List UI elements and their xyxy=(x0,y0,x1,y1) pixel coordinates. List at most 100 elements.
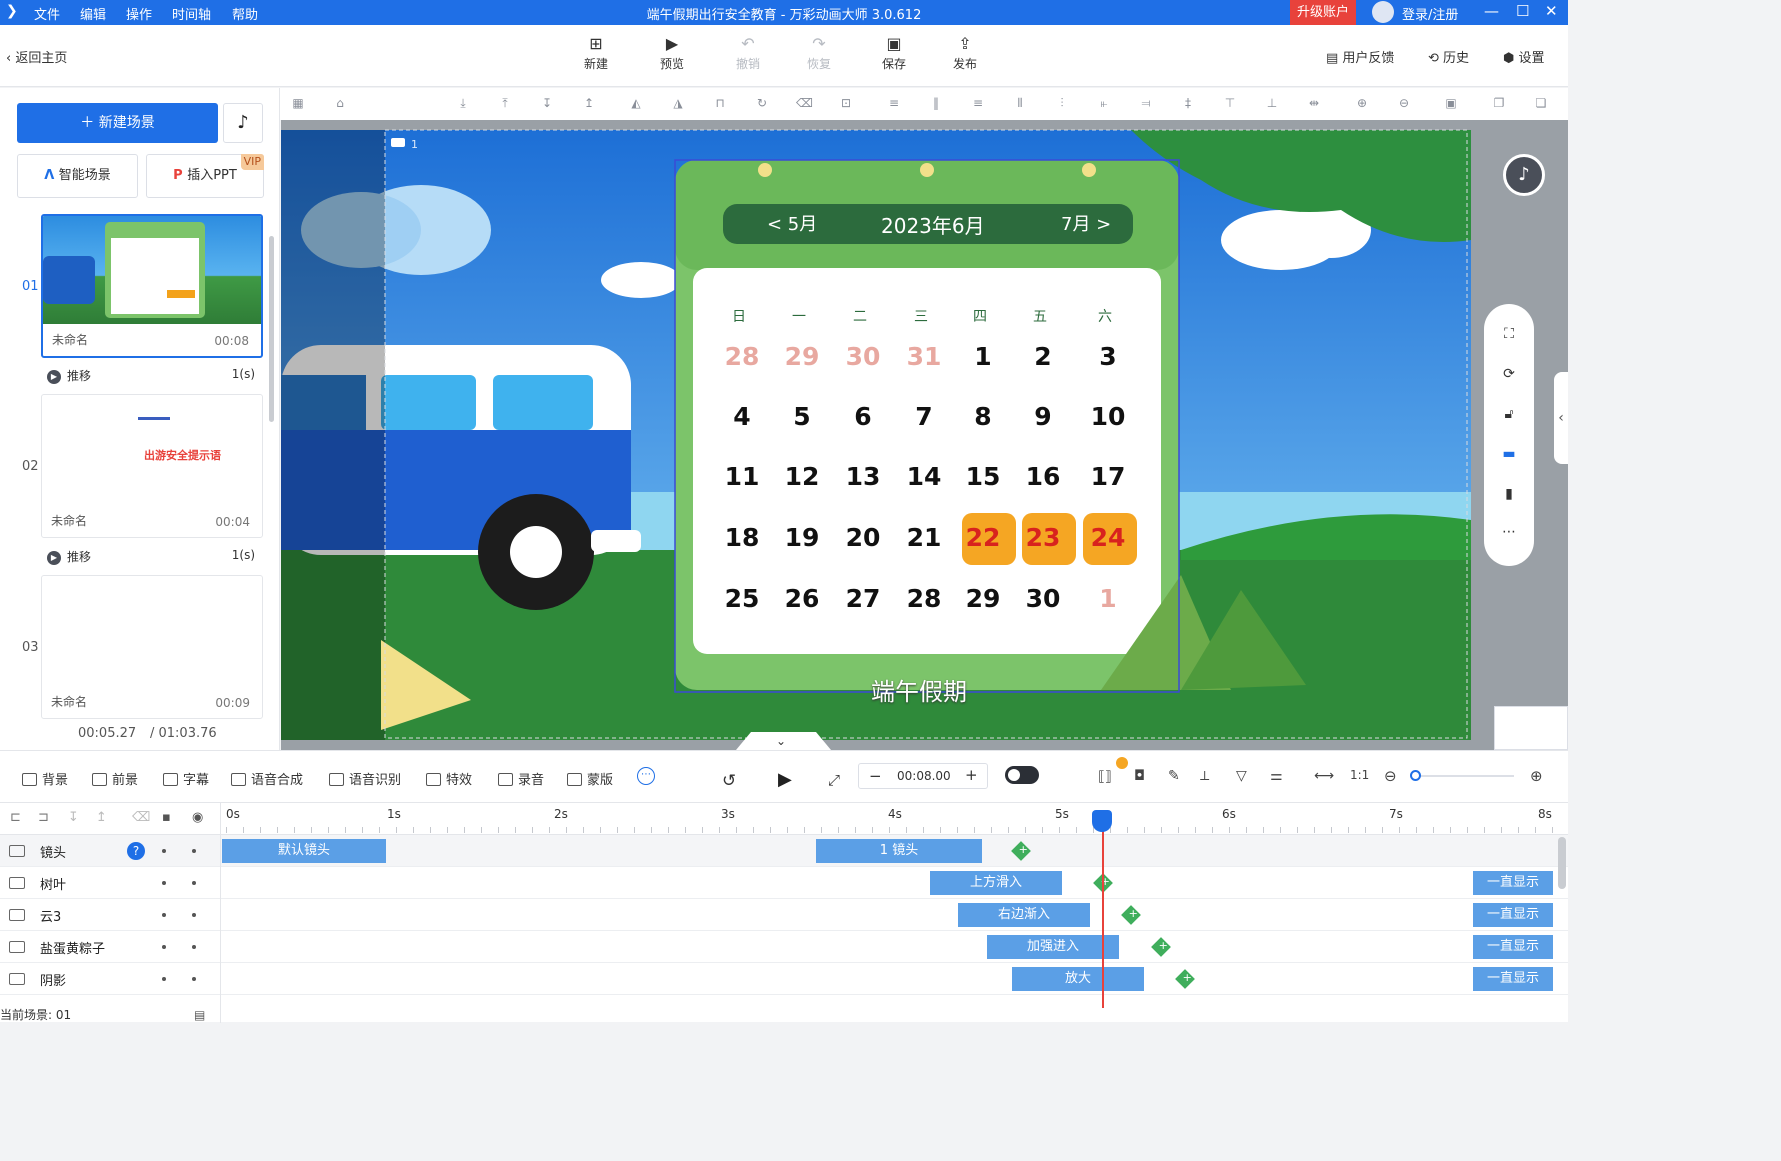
help-icon[interactable]: ? xyxy=(127,842,145,860)
align-top-icon[interactable]: ≡ xyxy=(886,96,902,110)
collapse-right-handle[interactable]: ‹ xyxy=(1554,372,1568,464)
zoom-slider[interactable] xyxy=(1410,770,1514,781)
upgrade-button[interactable]: 升级账户 xyxy=(1290,0,1356,25)
maximize-icon[interactable]: ☐ xyxy=(1516,2,1529,20)
distribute-v-icon[interactable]: ⫶ xyxy=(1054,96,1070,110)
track-dot-icon[interactable] xyxy=(162,977,166,981)
background-tool[interactable]: 背景 xyxy=(22,769,68,788)
timeline-clip[interactable]: 一直显示 xyxy=(1473,967,1553,991)
zoom-in-icon[interactable]: ⊕ xyxy=(1354,96,1370,110)
toggle-switch[interactable] xyxy=(1005,766,1039,784)
calendar-day[interactable]: 12 xyxy=(780,462,824,491)
split-icon[interactable]: ⟂ xyxy=(1200,768,1209,784)
track-dot-icon[interactable] xyxy=(162,913,166,917)
foreground-tool[interactable]: 前景 xyxy=(92,769,138,788)
flip-v-icon[interactable]: ◮ xyxy=(670,96,686,110)
login-link[interactable]: 登录/注册 xyxy=(1402,4,1458,23)
timeline-clip[interactable]: 一直显示 xyxy=(1473,903,1553,927)
canvas-area[interactable]: 1 < 5月 2023年6月 7月 > 日一二三四五六 28 29 30 31 1 2 3 4… xyxy=(281,120,1568,750)
filter-icon[interactable]: ▽ xyxy=(1236,768,1247,784)
redo-button[interactable]: ↷ 恢复 xyxy=(789,35,849,72)
calendar-day[interactable]: 7 xyxy=(902,402,946,431)
keyframe-add-icon[interactable] xyxy=(1011,841,1031,861)
copy-icon[interactable]: ❐ xyxy=(1491,96,1507,110)
calendar-day[interactable]: 30 xyxy=(1021,584,1065,613)
scene-card-01[interactable]: 未命名 00:08 xyxy=(41,214,263,358)
more-tools-icon[interactable]: ⋯ xyxy=(637,767,655,785)
calendar-day[interactable]: 16 xyxy=(1021,462,1065,491)
time-ruler[interactable]: 0s 1s 2s 3s 4s 5s 6s 7s 8s xyxy=(220,803,1568,835)
track-row[interactable]: 盐蛋黄粽子 加强进入 一直显示 xyxy=(0,931,1568,963)
fit-icon[interactable]: ⊡ xyxy=(838,96,854,110)
zoom-in-timeline-icon[interactable]: ⊕ xyxy=(1530,767,1543,785)
calendar-day[interactable]: 20 xyxy=(841,523,885,552)
user-avatar-icon[interactable] xyxy=(1372,1,1394,23)
mask-tool[interactable]: 蒙版 xyxy=(567,769,613,788)
calendar-day[interactable]: 3 xyxy=(1086,342,1130,371)
fullscreen-icon[interactable]: ⤢ xyxy=(828,771,840,789)
camera-icon[interactable] xyxy=(391,138,405,147)
save-button[interactable]: ▣ 保存 xyxy=(864,35,924,72)
flip-h-icon[interactable]: ◭ xyxy=(628,96,644,110)
music-button[interactable]: ♪ xyxy=(223,103,263,143)
calendar-day[interactable]: 13 xyxy=(841,462,885,491)
insert-ppt-button[interactable]: P 插入PPT VIP xyxy=(146,154,264,198)
keyframe-add-icon[interactable] xyxy=(1121,905,1141,925)
scene-card-03[interactable]: 未命名 00:09 xyxy=(41,575,263,719)
move-up-icon[interactable]: ↥ xyxy=(581,96,597,110)
feedback-link[interactable]: ▤ 用户反馈 xyxy=(1326,47,1394,66)
portrait-icon[interactable]: ▮ xyxy=(1500,486,1518,504)
ruler-icon[interactable]: ▦ xyxy=(290,96,306,110)
screenshot-icon[interactable]: ⛶ xyxy=(1500,326,1518,344)
track-dot-icon[interactable] xyxy=(162,881,166,885)
align-left-icon[interactable]: ⫦ xyxy=(1096,96,1112,110)
timeline-clip[interactable]: 放大 xyxy=(1012,967,1144,991)
calendar-day[interactable]: 8 xyxy=(961,402,1005,431)
unlock-icon[interactable]: ▣ xyxy=(1443,96,1459,110)
lock-icon[interactable]: ⊓ xyxy=(712,96,728,110)
calendar-day[interactable]: 14 xyxy=(902,462,946,491)
track-row[interactable]: 阴影 放大 一直显示 xyxy=(0,963,1568,995)
minimize-icon[interactable]: — xyxy=(1484,2,1499,20)
minus-icon[interactable]: − xyxy=(869,767,882,785)
preview-button[interactable]: ▶ 预览 xyxy=(642,35,702,72)
calendar-day[interactable]: 18 xyxy=(720,523,764,552)
history-link[interactable]: ⟲ 历史 xyxy=(1428,47,1469,66)
calendar-day[interactable]: 29 xyxy=(780,342,824,371)
calendar-day[interactable]: 25 xyxy=(720,584,764,613)
subtitle-tool[interactable]: 字幕 xyxy=(163,769,209,788)
calendar-day[interactable]: 5 xyxy=(780,402,824,431)
calendar-day[interactable]: 17 xyxy=(1086,462,1130,491)
keyframe-add-icon[interactable] xyxy=(1151,937,1171,957)
track-row[interactable]: 树叶 上方滑入 一直显示 xyxy=(0,867,1568,899)
tts-tool[interactable]: 语音合成 xyxy=(231,769,303,788)
track-dot-icon[interactable] xyxy=(192,849,196,853)
calendar-day[interactable]: 1 xyxy=(1086,584,1130,613)
track-dot-icon[interactable] xyxy=(162,945,166,949)
eye-icon[interactable]: ◉ xyxy=(192,810,203,825)
track-dot-icon[interactable] xyxy=(162,849,166,853)
track-dot-icon[interactable] xyxy=(192,977,196,981)
calendar-day[interactable]: 1 xyxy=(961,342,1005,371)
paste-icon[interactable]: ❏ xyxy=(1533,96,1549,110)
scene-list-icon[interactable]: ▤ xyxy=(194,1008,205,1022)
new-group-icon[interactable]: ⊏ xyxy=(10,810,21,825)
calendar-day[interactable]: 26 xyxy=(780,584,824,613)
camera-mark-icon[interactable]: ⟦⟧ xyxy=(1098,769,1112,785)
calendar-day[interactable]: 23 xyxy=(1021,523,1065,552)
zoom-out-icon[interactable]: ⊖ xyxy=(1396,96,1412,110)
publish-button[interactable]: ⇪ 发布 xyxy=(935,35,995,72)
settings-link[interactable]: ⬢ 设置 xyxy=(1503,47,1545,66)
adjust-icon[interactable]: ⚌ xyxy=(1270,768,1283,784)
calendar-day[interactable]: 10 xyxy=(1086,402,1130,431)
timeline-clip[interactable]: 加强进入 xyxy=(987,935,1119,959)
snapshot-icon[interactable]: ◘ xyxy=(1134,768,1145,784)
timeline-clip[interactable]: 默认镜头 xyxy=(222,839,386,863)
calendar-day[interactable]: 15 xyxy=(961,462,1005,491)
effects-tool[interactable]: 特效 xyxy=(426,769,472,788)
playhead-line[interactable] xyxy=(1102,818,1104,1008)
more-icon[interactable]: ⋯ xyxy=(1500,524,1518,542)
zoom-out-timeline-icon[interactable]: ⊖ xyxy=(1384,767,1397,785)
home-icon[interactable]: ⌂ xyxy=(332,96,348,110)
speech-recognition-tool[interactable]: 语音识别 xyxy=(329,769,401,788)
